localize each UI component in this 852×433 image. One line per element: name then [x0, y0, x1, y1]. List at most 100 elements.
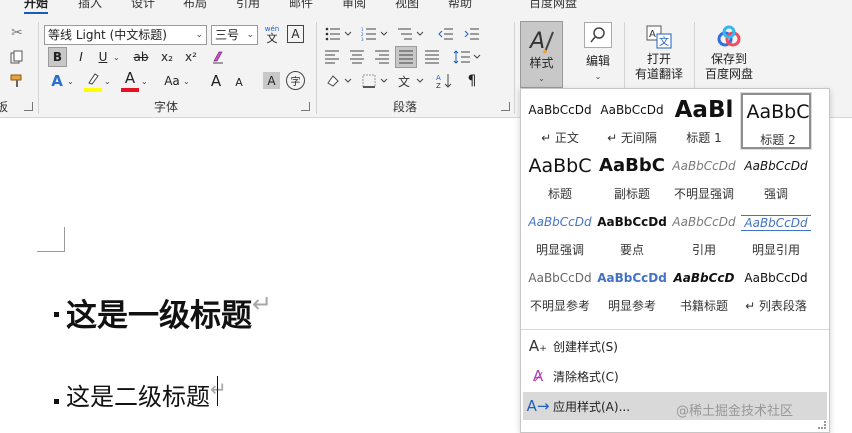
style-gallery-item[interactable]: AaBbCcDd ↵ 列表段落: [741, 261, 811, 317]
character-shading-button[interactable]: A: [263, 72, 280, 89]
tab-home[interactable]: 开始: [24, 0, 49, 14]
search-icon: [584, 22, 612, 48]
chevron-down-icon[interactable]: ⌄: [67, 77, 74, 86]
increase-indent-button[interactable]: [462, 24, 482, 44]
heading1-text[interactable]: 这是一级标题 ↵: [66, 290, 272, 335]
tab-mailings[interactable]: 邮件: [289, 0, 313, 11]
highlighter-icon[interactable]: [84, 70, 102, 88]
superscript-button[interactable]: x²: [181, 47, 201, 67]
borders-button[interactable]: [360, 71, 390, 91]
italic-button[interactable]: I: [72, 47, 90, 67]
phonetic-guide-button[interactable]: wén 文: [262, 23, 282, 45]
shading-button[interactable]: [324, 71, 354, 91]
baidu-netdisk-icon: [717, 25, 741, 47]
style-gallery-item[interactable]: AaBbCcDd 明显强调: [525, 205, 595, 261]
copy-icon[interactable]: [8, 48, 26, 66]
clear-formatting-item[interactable]: A̷ 清除格式(C): [523, 362, 827, 390]
group-separator: [514, 22, 515, 114]
clear-formatting-icon[interactable]: [209, 47, 229, 67]
chevron-down-icon: ⌄: [195, 30, 203, 40]
style-gallery-item[interactable]: AaBbCcDd 明显引用: [741, 205, 811, 261]
style-sample: AaBbCcDd: [597, 215, 667, 229]
tab-insert[interactable]: 插入: [78, 0, 102, 11]
tab-layout[interactable]: 布局: [183, 0, 207, 11]
text-effects-button[interactable]: A: [48, 71, 66, 91]
underline-dropdown-icon[interactable]: ⌄: [113, 53, 120, 62]
cut-icon[interactable]: ✂: [8, 24, 26, 42]
tab-baidu-netdisk[interactable]: 百度网盘: [529, 0, 577, 11]
font-family-combo[interactable]: 等线 Light (中文标题) ⌄: [44, 25, 207, 45]
style-name: 明显参考: [607, 299, 656, 313]
style-gallery-item[interactable]: AaBbCcDd 不明显参考: [525, 261, 595, 317]
styles-button[interactable]: A 样式 ⌄: [520, 21, 563, 88]
heading-marker: [54, 312, 59, 317]
show-marks-icon[interactable]: ¶: [462, 71, 482, 91]
line-spacing-button[interactable]: [452, 47, 482, 67]
decrease-indent-button[interactable]: [436, 24, 456, 44]
change-case-button[interactable]: Aa: [162, 71, 182, 91]
baidu-label-line1: 保存到: [710, 52, 747, 66]
style-name: 不明显强调: [673, 187, 734, 201]
chinese-layout-button[interactable]: 文: [396, 71, 426, 91]
style-sample: AaBbCcDd: [597, 271, 667, 285]
paragraph-dialog-launcher[interactable]: [501, 102, 510, 111]
font-group-label: 字体: [154, 100, 179, 114]
chevron-down-icon[interactable]: ⌄: [104, 77, 111, 86]
bullets-button[interactable]: [324, 24, 354, 44]
style-gallery-item[interactable]: AaBbCcDd ↵ 无间隔: [597, 93, 667, 149]
grow-font-button[interactable]: A: [207, 71, 225, 91]
tab-view[interactable]: 视图: [395, 0, 419, 11]
chevron-down-icon[interactable]: ⌄: [183, 77, 190, 86]
style-gallery-item[interactable]: AaBbCcDd 引用: [669, 205, 739, 261]
enclose-characters-button[interactable]: 字: [286, 71, 305, 90]
align-right-button[interactable]: [372, 47, 392, 67]
align-left-button[interactable]: [322, 47, 342, 67]
justify-button[interactable]: [395, 46, 417, 68]
editing-button[interactable]: 编辑 ⌄: [579, 22, 617, 88]
shrink-font-button[interactable]: A: [231, 73, 247, 91]
style-gallery-item[interactable]: AaBbCcDd 明显参考: [597, 261, 667, 317]
group-separator: [694, 22, 695, 88]
font-size-combo[interactable]: 三号 ⌄: [211, 25, 258, 45]
tab-design[interactable]: 设计: [131, 0, 155, 11]
character-border-button[interactable]: A: [287, 25, 304, 43]
baidu-netdisk-button[interactable]: 保存到 百度网盘: [700, 24, 758, 88]
style-gallery-item[interactable]: AaBbC 标题 2: [740, 92, 812, 150]
multilevel-list-button[interactable]: [396, 24, 426, 44]
style-gallery-item[interactable]: AaBbCcDd 要点: [597, 205, 667, 261]
chevron-down-icon[interactable]: ⌄: [141, 77, 148, 86]
style-gallery-item[interactable]: AaBbC 副标题: [597, 149, 667, 205]
bold-button[interactable]: B: [48, 47, 67, 67]
format-painter-icon[interactable]: [8, 72, 26, 90]
style-gallery-item[interactable]: AaBbCcDd 不明显强调: [669, 149, 739, 205]
subscript-button[interactable]: x₂: [157, 47, 177, 67]
heading2-text[interactable]: 这是二级标题 ↵: [66, 377, 227, 412]
underline-button[interactable]: U: [94, 47, 112, 67]
svg-text:A: A: [528, 29, 545, 54]
style-gallery-item[interactable]: AaBl 标题 1: [669, 93, 739, 149]
numbering-button[interactable]: 123: [360, 24, 390, 44]
clipboard-dialog-launcher[interactable]: [24, 102, 33, 111]
youdao-translate-button[interactable]: A文 打开 有道翻译: [630, 24, 688, 88]
apply-styles-label: 应用样式(A)...: [553, 399, 631, 414]
resize-grip-icon[interactable]: [818, 421, 826, 429]
style-gallery-item[interactable]: AaBbCcDd 强调: [741, 149, 811, 205]
style-gallery-item[interactable]: AaBbCcDd ↵ 正文: [525, 93, 595, 149]
distributed-button[interactable]: [422, 47, 442, 67]
style-gallery-item[interactable]: AaBbCcD 书籍标题: [669, 261, 739, 317]
page-corner-mark: [37, 251, 65, 252]
sort-icon[interactable]: AZ: [434, 71, 456, 91]
create-style-item[interactable]: A₊ 创建样式(S): [523, 332, 827, 360]
align-center-button[interactable]: [347, 47, 367, 67]
tab-review[interactable]: 审阅: [342, 0, 366, 11]
paragraph-group-label: 段落: [393, 100, 418, 114]
font-dialog-launcher[interactable]: [301, 102, 310, 111]
tab-references[interactable]: 引用: [236, 0, 260, 11]
style-sample: AaBbCcDd: [672, 215, 736, 229]
tab-help[interactable]: 帮助: [448, 0, 472, 11]
style-gallery-item[interactable]: AaBbC 标题: [525, 149, 595, 205]
font-color-button[interactable]: A: [121, 69, 139, 87]
baidu-label-line2: 百度网盘: [704, 67, 753, 81]
chevron-down-icon: ⌄: [538, 74, 545, 83]
strikethrough-button[interactable]: ab: [130, 47, 152, 67]
